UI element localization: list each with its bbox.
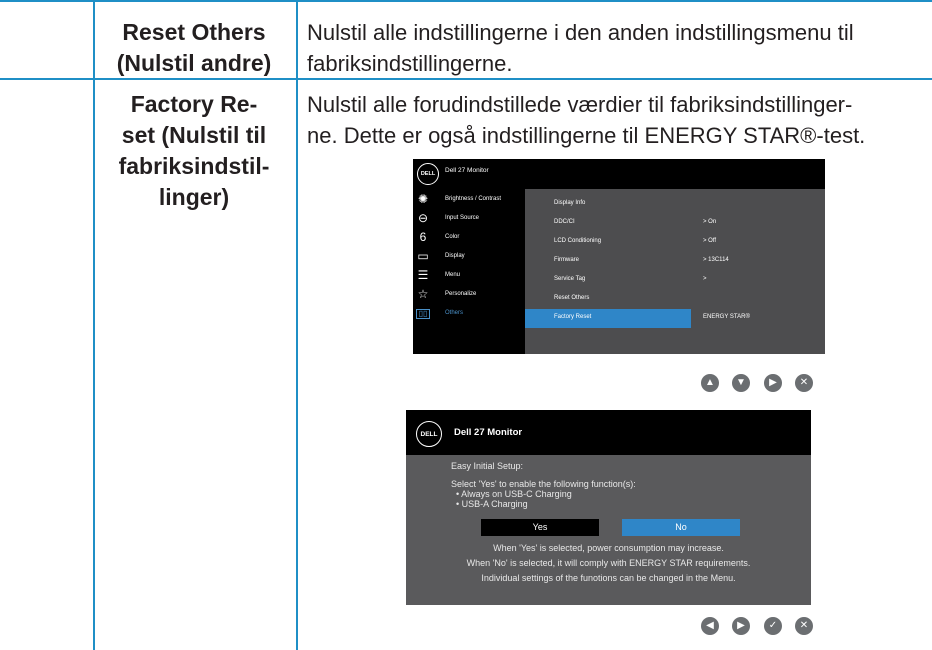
- osd-header-bar: [525, 159, 825, 189]
- osd-row-value: > 13C114: [703, 257, 729, 263]
- dialog-note: When 'No' is selected, it will comply wi…: [466, 558, 751, 568]
- osd-row-ddc-ci[interactable]: DDC/CI > On: [525, 214, 825, 233]
- osd-item-brightness[interactable]: ✺ Brightness / Contrast: [413, 191, 525, 210]
- input-source-icon: ⊖: [417, 211, 429, 225]
- osd-item-label: Input Source: [445, 215, 480, 221]
- dell-logo: DELL: [417, 163, 439, 185]
- dialog-heading: Easy Initial Setup:: [451, 461, 524, 471]
- desc-factory-reset: Nulstil alle forudindstillede værdier ti…: [307, 89, 927, 151]
- dialog-note: When 'Yes' is selected, power consumptio…: [493, 543, 724, 553]
- brightness-icon: ✺: [417, 192, 429, 206]
- osd-row-label: DDC/CI: [554, 219, 575, 225]
- label-line: fabriksindstil-: [118, 153, 270, 179]
- dialog-bullet: • Always on USB-C Charging: [456, 489, 572, 499]
- label-line: linger): [158, 184, 230, 210]
- dialog-note: Individual settings of the funotions can…: [481, 573, 736, 583]
- table-rule-top: [0, 0, 932, 2]
- dell-logo: DELL: [416, 421, 442, 447]
- left-icon[interactable]: ◀: [701, 617, 719, 635]
- osd-item-label: Display: [445, 253, 465, 259]
- menu-icon: ☰: [417, 268, 429, 282]
- osd-row-label: Display Info: [554, 200, 586, 206]
- down-icon[interactable]: ▼: [732, 374, 750, 392]
- osd-item-others[interactable]: ▯▯ Others: [413, 305, 525, 324]
- right-icon[interactable]: ▶: [764, 374, 782, 392]
- osd-menu: DELL Dell 27 Monitor ✺ Brightness / Cont…: [413, 159, 825, 354]
- osd-row-value: ENERGY STAR®: [703, 314, 750, 320]
- desc-reset-others: Nulstil alle indstillingerne i den anden…: [307, 17, 927, 79]
- osd-item-personalize[interactable]: ☆ Personalize: [413, 286, 525, 305]
- check-icon[interactable]: ✓: [764, 617, 782, 635]
- label-line: set (Nulstil til: [121, 122, 267, 148]
- desc-line: ne. Dette er også indstillingerne til EN…: [307, 123, 866, 148]
- osd-row-factory-reset[interactable]: Factory Reset ENERGY STAR®: [525, 309, 825, 328]
- dialog-intro: Select 'Yes' to enable the following fun…: [451, 479, 636, 489]
- up-icon[interactable]: ▲: [701, 374, 719, 392]
- osd-item-display[interactable]: ▭ Display: [413, 248, 525, 267]
- table-rule-left: [93, 0, 95, 650]
- display-icon: ▭: [417, 249, 429, 263]
- osd-row-firmware[interactable]: Firmware > 13C114: [525, 252, 825, 271]
- label-line: (Nulstil andre): [116, 50, 272, 76]
- osd-row-lcd-conditioning[interactable]: LCD Conditioning > Off: [525, 233, 825, 252]
- close-icon[interactable]: ✕: [795, 374, 813, 392]
- osd-row-label: Service Tag: [554, 276, 586, 282]
- yes-button[interactable]: Yes: [481, 519, 599, 536]
- others-icon: ▯▯: [416, 309, 430, 319]
- osd-row-label: Firmware: [554, 257, 579, 263]
- osd-item-color[interactable]: 6 Color: [413, 229, 525, 248]
- desc-line: fabriksindstillingerne.: [307, 51, 513, 76]
- label-line: Reset Others: [122, 19, 266, 45]
- table-rule-middle: [296, 0, 298, 650]
- osd-item-label: Personalize: [445, 291, 477, 297]
- desc-line: Nulstil alle indstillingerne i den anden…: [307, 20, 854, 45]
- osd-item-input-source[interactable]: ⊖ Input Source: [413, 210, 525, 229]
- osd-item-menu[interactable]: ☰ Menu: [413, 267, 525, 286]
- osd-row-label: Reset Others: [554, 295, 590, 301]
- label-factory-reset: Factory Re- set (Nulstil til fabriksinds…: [102, 89, 286, 213]
- label-line: Factory Re-: [130, 91, 258, 117]
- dialog-bullet: • USB-A Charging: [456, 499, 528, 509]
- close-icon[interactable]: ✕: [795, 617, 813, 635]
- osd-item-label: Color: [445, 234, 460, 240]
- osd-row-label: LCD Conditioning: [554, 238, 602, 244]
- desc-line: Nulstil alle forudindstillede værdier ti…: [307, 92, 853, 117]
- color-icon: 6: [419, 230, 427, 244]
- label-reset-others: Reset Others (Nulstil andre): [102, 17, 286, 79]
- osd-row-service-tag[interactable]: Service Tag >: [525, 271, 825, 290]
- osd-item-label: Menu: [445, 272, 461, 278]
- dialog-title: Dell 27 Monitor: [454, 427, 523, 438]
- osd-row-value: >: [703, 276, 707, 282]
- osd-row-value: > On: [703, 219, 717, 225]
- osd-row-reset-others[interactable]: Reset Others: [525, 290, 825, 309]
- osd-row-value: > Off: [703, 238, 717, 244]
- osd-title: Dell 27 Monitor: [445, 167, 489, 174]
- right-icon[interactable]: ▶: [732, 617, 750, 635]
- osd-row-display-info[interactable]: Display Info: [525, 195, 825, 214]
- osd-row-value-panel: ENERGY STAR®: [691, 309, 825, 328]
- star-icon: ☆: [417, 287, 429, 301]
- osd-item-label: Others: [445, 310, 464, 316]
- no-button[interactable]: No: [622, 519, 740, 536]
- osd-item-label: Brightness / Contrast: [445, 196, 502, 202]
- osd-row-label: Factory Reset: [554, 314, 592, 320]
